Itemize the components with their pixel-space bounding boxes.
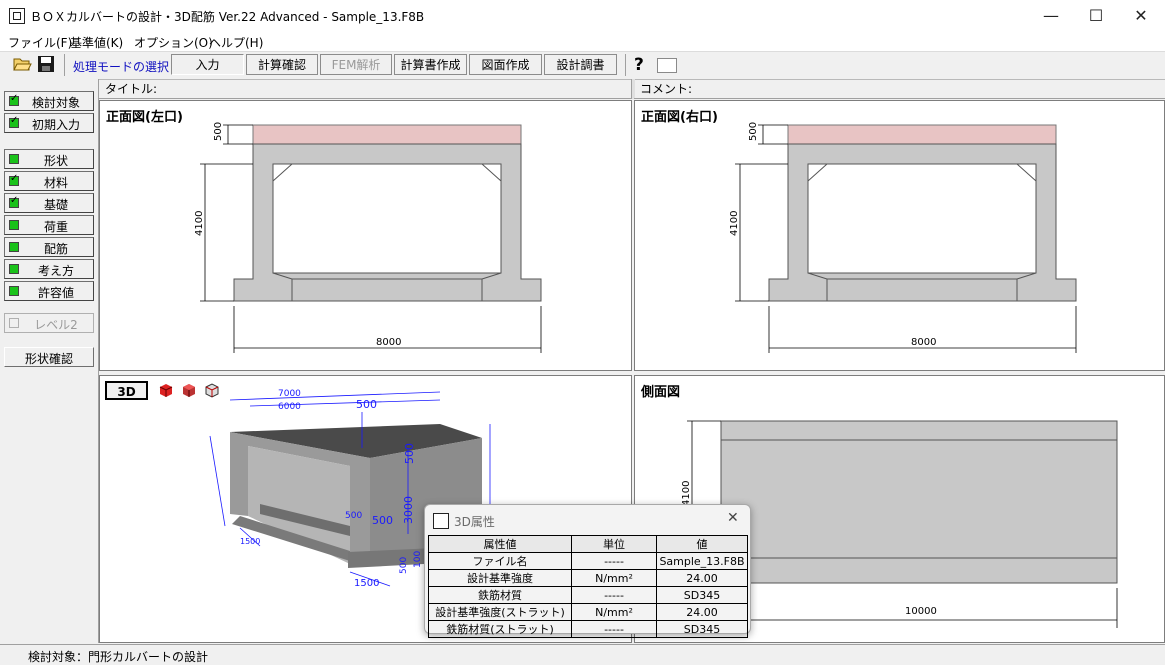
mode-drawing-button[interactable]: 図面作成 xyxy=(469,54,542,75)
front-right-dim-height: 4100 xyxy=(729,211,740,236)
dim3d-500c: 500 xyxy=(345,511,362,521)
input-initial-button[interactable]: 初期入力 xyxy=(4,113,94,133)
dialog-app-icon xyxy=(433,513,449,529)
dialog-title: 3D属性 xyxy=(454,515,495,529)
input-shape-button[interactable]: 形状 xyxy=(4,149,94,169)
input-material-button[interactable]: 材料 xyxy=(4,171,94,191)
front-right-dim-top: 500 xyxy=(748,122,759,141)
front-left-dim-height: 4100 xyxy=(194,211,205,236)
menu-standard[interactable]: 基準値(K) xyxy=(70,34,123,51)
table-row: 設計基準強度(ストラット) N/mm² 24.00 xyxy=(428,603,748,621)
close-button[interactable]: ✕ xyxy=(1118,0,1164,31)
input-approach-button[interactable]: 考え方 xyxy=(4,259,94,279)
mode-design-sheet-button[interactable]: 設計調書 xyxy=(544,54,617,75)
table-row: 鉄筋材質 ----- SD345 xyxy=(428,586,748,604)
level2-button[interactable]: レベル2 xyxy=(4,313,94,333)
left-input-panel: 検討対象 初期入力 形状 材料 基礎 荷重 配筋 考え方 許容値 レベル2 形状… xyxy=(0,79,99,643)
dim3d-500d: 500 xyxy=(372,514,393,527)
dim3d-500b: 500 xyxy=(403,443,416,464)
dim3d-500e: 500 xyxy=(399,557,409,574)
window-title: ＢＯＸカルバートの設計・3D配筋 Ver.22 Advanced - Sampl… xyxy=(30,10,425,24)
menu-file[interactable]: ファイル(F) xyxy=(8,34,72,51)
menu-bar: ファイル(F) 基準値(K) オプション(O) ヘルプ(H) xyxy=(0,31,1165,51)
front-view-left-panel[interactable]: 正面図(左口) 500 4100 8000 xyxy=(99,100,632,371)
dim3d-100: 100 xyxy=(413,551,423,568)
attr-header-unit: 単位 xyxy=(571,535,657,553)
maximize-button[interactable]: ☐ xyxy=(1073,0,1119,31)
front-view-left-drawing: 500 4100 8000 xyxy=(194,122,542,353)
dialog-close-button[interactable]: ✕ xyxy=(727,510,739,526)
mode-input-button[interactable]: 入力 xyxy=(171,54,244,75)
input-allowable-button[interactable]: 許容値 xyxy=(4,281,94,301)
app-icon[interactable] xyxy=(9,8,25,24)
save-icon[interactable] xyxy=(37,55,55,73)
dim3d-7000: 7000 xyxy=(278,389,301,399)
help-icon[interactable]: ? xyxy=(634,55,652,75)
info-card-icon[interactable] xyxy=(657,58,677,73)
mode-fem-button[interactable]: FEM解析 xyxy=(320,54,392,75)
shape-check-button[interactable]: 形状確認 xyxy=(4,347,94,367)
title-bar: ＢＯＸカルバートの設計・3D配筋 Ver.22 Advanced - Sampl… xyxy=(0,0,1165,31)
comment-header: コメント: xyxy=(634,79,1165,99)
status-bar: 検討対象：門形カルバートの設計 xyxy=(0,644,1165,665)
table-row: 鉄筋材質(ストラット) ----- SD345 xyxy=(428,620,748,638)
status-text: 検討対象：門形カルバートの設計 xyxy=(28,650,209,664)
input-load-button[interactable]: 荷重 xyxy=(4,215,94,235)
mode-report-button[interactable]: 計算書作成 xyxy=(394,54,467,75)
input-target-button[interactable]: 検討対象 xyxy=(4,91,94,111)
side-dim-width: 10000 xyxy=(905,606,937,617)
dim3d-500a: 500 xyxy=(356,398,377,411)
side-dim-height: 4100 xyxy=(681,481,692,506)
attr-table: 属性値 単位 値 ファイル名 ----- Sample_13.F8B 設計基準強度 N… xyxy=(428,535,748,638)
front-view-right-panel[interactable]: 正面図(右口) 500 4100 8000 xyxy=(634,100,1165,371)
front-right-dim-width: 8000 xyxy=(911,337,936,348)
menu-option[interactable]: オプション(O) xyxy=(134,34,213,51)
input-rebar-button[interactable]: 配筋 xyxy=(4,237,94,257)
dim3d-1500a: 1500 xyxy=(354,578,379,589)
front-view-right-drawing: 500 4100 8000 xyxy=(729,122,1077,353)
dim3d-3000: 3000 xyxy=(402,496,415,524)
toolbar: 処理モードの選択 入力 計算確認 FEM解析 計算書作成 図面作成 設計調書 ? xyxy=(0,51,1165,80)
mode-calc-check-button[interactable]: 計算確認 xyxy=(246,54,318,75)
attr-header-value: 値 xyxy=(656,535,748,553)
minimize-button[interactable]: — xyxy=(1028,0,1074,31)
dim3d-1500b: 1500 xyxy=(240,537,260,546)
dim3d-6000: 6000 xyxy=(278,402,301,412)
front-left-dim-width: 8000 xyxy=(376,337,401,348)
front-left-dim-top: 500 xyxy=(213,122,224,141)
attr-3d-dialog: 3D属性 ✕ 属性値 単位 値 ファイル名 ----- Sample_13.F8B … xyxy=(424,504,751,638)
input-foundation-button[interactable]: 基礎 xyxy=(4,193,94,213)
table-row: ファイル名 ----- Sample_13.F8B xyxy=(428,552,748,570)
title-header: タイトル: xyxy=(99,79,631,99)
mode-label: 処理モードの選択 xyxy=(73,60,170,74)
menu-help[interactable]: ヘルプ(H) xyxy=(209,34,263,51)
attr-header-name: 属性値 xyxy=(428,535,572,553)
open-folder-icon[interactable] xyxy=(12,55,32,73)
table-row: 設計基準強度 N/mm² 24.00 xyxy=(428,569,748,587)
